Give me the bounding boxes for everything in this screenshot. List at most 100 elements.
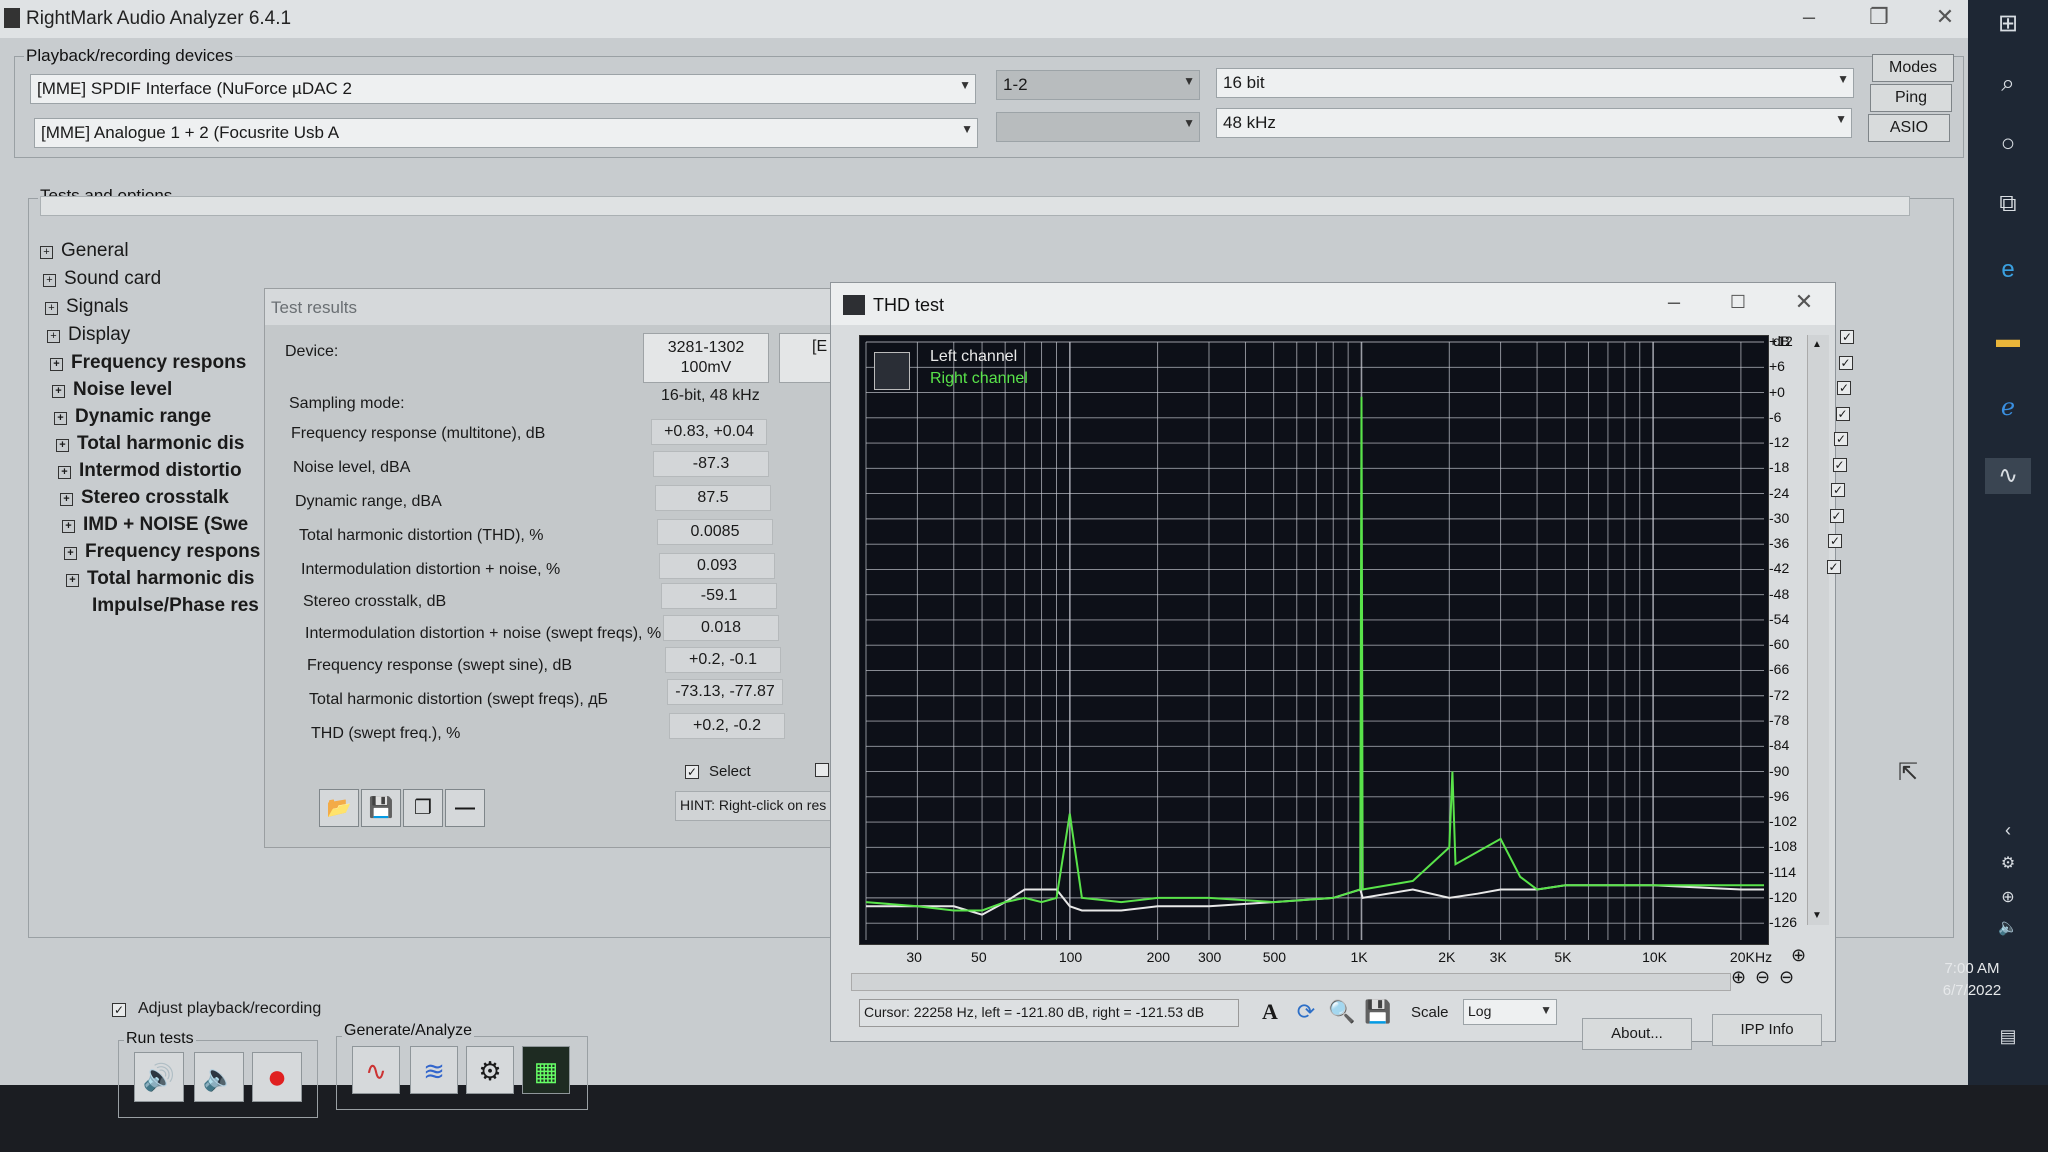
- zoom-out-x-icon[interactable]: ⊖: [1755, 967, 1770, 988]
- tree-item-thd-swept[interactable]: + Total harmonic dis: [66, 568, 255, 594]
- channel-checkbox[interactable]: ✓: [1828, 534, 1842, 548]
- minimize-icon[interactable]: –: [1651, 287, 1697, 317]
- horizontal-scrollbar[interactable]: [851, 973, 1731, 991]
- internet-explorer-icon[interactable]: ℯ: [1990, 390, 2026, 426]
- rmaa-taskbar-icon[interactable]: ∿: [1985, 458, 2031, 494]
- magnify-icon[interactable]: 🔍: [1327, 997, 1357, 1027]
- notifications-icon[interactable]: ▤: [1990, 1018, 2026, 1054]
- adjust-checkbox[interactable]: ✓: [112, 1003, 126, 1017]
- tree-item-impulse-phase[interactable]: Impulse/Phase res: [92, 595, 259, 621]
- channel-checkbox[interactable]: ✓: [1829, 508, 1844, 523]
- expand-icon[interactable]: +: [56, 439, 69, 452]
- tree-item-dynamic-range[interactable]: + Dynamic range: [54, 406, 211, 432]
- open-folder-icon[interactable]: 📂: [319, 789, 359, 827]
- vertical-scrollbar[interactable]: ▲ ▼: [1807, 335, 1829, 925]
- record-icon[interactable]: ●: [252, 1052, 302, 1102]
- bit-depth-select[interactable]: 16 bit ▼: [1216, 68, 1854, 98]
- db-tick-label: -90: [1769, 762, 1790, 779]
- tree-item-general[interactable]: + General: [40, 240, 129, 266]
- tree-item-noise-level[interactable]: + Noise level: [52, 379, 172, 405]
- tree-item-imd-noise[interactable]: + IMD + NOISE (Swe: [62, 514, 248, 540]
- system-clock[interactable]: 7:00 AM 6/7/2022: [1922, 958, 2022, 1002]
- chart-grid-icon[interactable]: [874, 352, 910, 390]
- channel-checkbox[interactable]: ✓: [1831, 483, 1845, 497]
- close-icon[interactable]: ✕: [1922, 2, 1968, 32]
- expand-icon[interactable]: +: [66, 574, 79, 587]
- expand-icon[interactable]: +: [58, 466, 71, 479]
- ping-button[interactable]: Ping: [1870, 84, 1952, 112]
- tree-item-stereo-crosstalk[interactable]: + Stereo crosstalk: [60, 487, 229, 513]
- scale-select[interactable]: Log ▼: [1463, 999, 1557, 1025]
- restore-icon[interactable]: ❐: [1856, 2, 1902, 32]
- channel-checkbox[interactable]: ✓: [1834, 432, 1848, 446]
- remove-icon[interactable]: —: [445, 789, 485, 827]
- expand-icon[interactable]: +: [43, 274, 56, 287]
- search-icon[interactable]: ⌕: [1990, 66, 2026, 102]
- refresh-icon[interactable]: ⟳: [1291, 997, 1321, 1027]
- chevron-left-icon[interactable]: ‹: [1990, 812, 2026, 848]
- channels-select[interactable]: 1-2 ▼: [996, 70, 1200, 100]
- spectrum-plot[interactable]: Left channel Right channel: [859, 335, 1769, 945]
- tree-item-intermod[interactable]: + Intermod distortio: [58, 460, 242, 486]
- volume-icon[interactable]: 🔈: [1990, 910, 2026, 946]
- tree-item-frequency-response-swept[interactable]: + Frequency respons: [64, 541, 260, 567]
- expand-icon[interactable]: +: [54, 412, 67, 425]
- expand-icon[interactable]: +: [50, 358, 63, 371]
- edge-icon[interactable]: e: [1990, 252, 2026, 288]
- recording-device-select[interactable]: [MME] Analogue 1 + 2 (Focusrite Usb A ▼: [34, 118, 978, 148]
- text-icon[interactable]: A: [1255, 997, 1285, 1027]
- analyze-icon[interactable]: ≋: [410, 1046, 458, 1094]
- generate-icon[interactable]: ∿: [352, 1046, 400, 1094]
- scroll-up-icon[interactable]: ▲: [1812, 339, 1822, 350]
- channel-checkbox[interactable]: ✓: [1840, 330, 1854, 344]
- expand-icon[interactable]: +: [52, 385, 65, 398]
- tray-icons[interactable]: ⚙: [1990, 846, 2026, 882]
- device-column-header[interactable]: 3281-1302 100mV: [643, 333, 769, 383]
- asio-button[interactable]: ASIO: [1868, 114, 1950, 142]
- tree-item-display[interactable]: + Display: [47, 324, 130, 350]
- copy-icon[interactable]: ❐: [403, 789, 443, 827]
- select-checkbox-2[interactable]: [815, 763, 829, 777]
- maximize-icon[interactable]: ☐: [1715, 287, 1761, 317]
- zoom-reset-icon[interactable]: ⊖: [1779, 967, 1794, 988]
- tool-icon[interactable]: ⚙: [466, 1046, 514, 1094]
- tree-item-sound-card[interactable]: + Sound card: [43, 268, 161, 294]
- channel-checkbox[interactable]: ✓: [1838, 355, 1853, 370]
- modes-button[interactable]: Modes: [1872, 54, 1954, 82]
- expand-icon[interactable]: +: [40, 246, 53, 259]
- ipp-info-button[interactable]: IPP Info: [1712, 1014, 1822, 1046]
- spectrum-icon[interactable]: ▦: [522, 1046, 570, 1094]
- expand-icon[interactable]: +: [47, 330, 60, 343]
- tree-item-label: Stereo crosstalk: [81, 487, 229, 508]
- channel-checkbox[interactable]: ✓: [1837, 381, 1851, 395]
- sample-rate-select[interactable]: 48 kHz ▼: [1216, 108, 1852, 138]
- channels2-select[interactable]: ▼: [996, 112, 1200, 142]
- windows-start-icon[interactable]: ⊞: [1990, 6, 2026, 42]
- speaker-icon[interactable]: 🔈: [194, 1052, 244, 1102]
- file-explorer-icon[interactable]: ▬: [1990, 322, 2026, 358]
- expand-icon[interactable]: +: [64, 547, 77, 560]
- playback-device-select[interactable]: [MME] SPDIF Interface (NuForce µDAC 2 ▼: [30, 74, 976, 104]
- play-record-icon[interactable]: 🔊: [134, 1052, 184, 1102]
- minimize-icon[interactable]: –: [1786, 2, 1832, 32]
- tree-item-frequency-response[interactable]: + Frequency respons: [50, 352, 246, 378]
- zoom-in-icon[interactable]: ⊕: [1791, 945, 1806, 966]
- channel-checkbox[interactable]: ✓: [1826, 559, 1841, 574]
- about-button[interactable]: About...: [1582, 1018, 1692, 1050]
- cortana-icon[interactable]: ○: [1990, 126, 2026, 162]
- db-tick-label: -12: [1769, 434, 1790, 451]
- select-checkbox[interactable]: ✓: [685, 765, 699, 779]
- save-icon[interactable]: 💾: [1363, 997, 1393, 1027]
- zoom-in-x-icon[interactable]: ⊕: [1731, 967, 1746, 988]
- channel-checkbox[interactable]: ✓: [1832, 457, 1847, 472]
- save-icon[interactable]: 💾: [361, 789, 401, 827]
- tree-item-signals[interactable]: + Signals: [45, 296, 128, 322]
- tree-item-thd[interactable]: + Total harmonic dis: [56, 433, 245, 459]
- scroll-down-icon[interactable]: ▼: [1812, 910, 1822, 921]
- expand-icon[interactable]: +: [62, 520, 75, 533]
- close-icon[interactable]: ✕: [1781, 287, 1827, 317]
- expand-icon[interactable]: +: [60, 493, 73, 506]
- task-view-icon[interactable]: ⧉: [1990, 186, 2026, 222]
- channel-checkbox[interactable]: ✓: [1835, 406, 1850, 421]
- expand-icon[interactable]: +: [45, 302, 58, 315]
